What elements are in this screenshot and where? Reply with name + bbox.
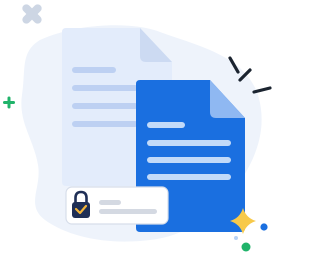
attention-mark-3	[252, 86, 272, 94]
document-back-line-2	[72, 85, 138, 91]
document-front-line-4	[147, 174, 231, 180]
dot-icon-light	[234, 236, 238, 240]
illustration-canvas	[0, 0, 275, 261]
document-back-line-1	[72, 67, 116, 73]
security-card-line-2	[99, 209, 157, 214]
security-card-line-1	[99, 200, 121, 205]
secure-documents-illustration	[3, 4, 272, 252]
document-back-line-3	[72, 103, 138, 109]
lock-body	[72, 202, 90, 218]
plus-icon	[3, 96, 15, 109]
dot-icon-blue	[260, 223, 268, 231]
dot-icon-green	[241, 242, 251, 252]
plus-bar-v	[7, 96, 11, 109]
document-back-line-4	[72, 121, 138, 127]
document-front-line-3	[147, 157, 231, 163]
cross-icon	[22, 4, 42, 24]
security-card	[65, 186, 169, 225]
document-front-line-1	[147, 122, 185, 128]
document-front-line-2	[147, 140, 231, 146]
